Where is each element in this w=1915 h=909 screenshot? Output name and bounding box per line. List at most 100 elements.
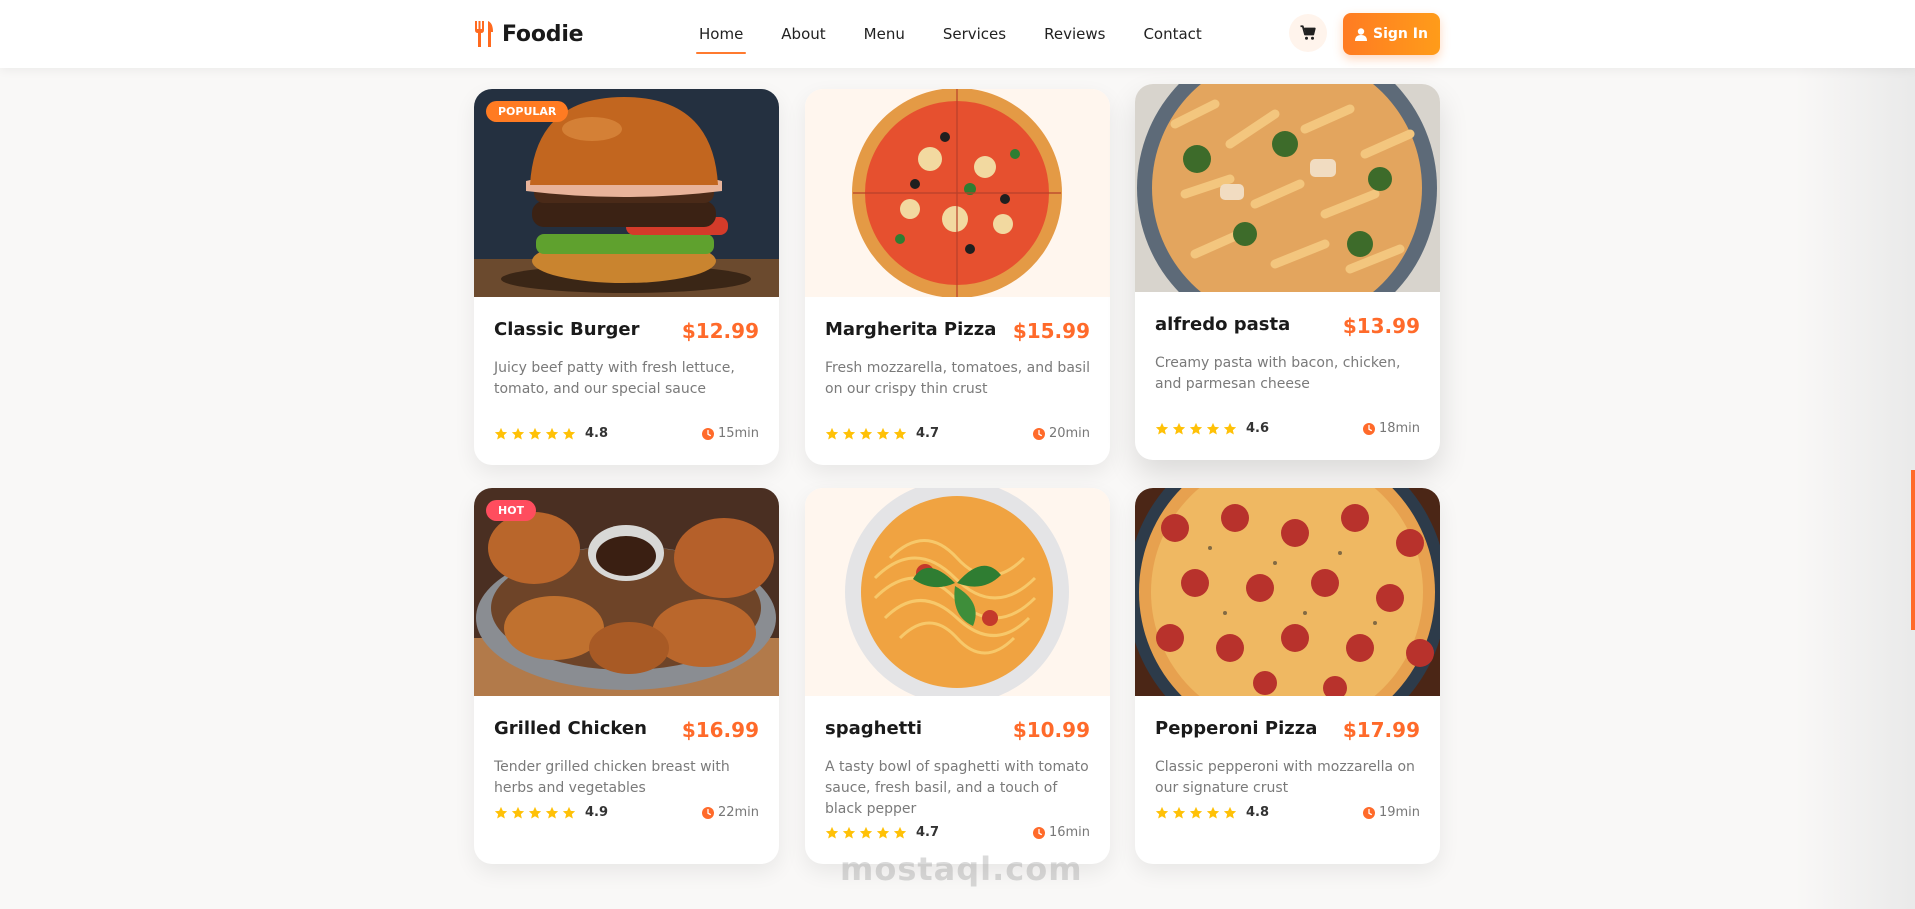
brand-name: Foodie xyxy=(502,21,584,47)
star-icon xyxy=(545,427,559,440)
star-icon xyxy=(1172,422,1186,435)
nav-reviews[interactable]: Reviews xyxy=(1025,0,1124,68)
menu-card-margherita[interactable]: Margherita Pizza $15.99 Fresh mozzarella… xyxy=(805,89,1110,465)
menu-card-alfredo[interactable]: alfredo pasta $13.99 Creamy pasta with b… xyxy=(1135,84,1440,460)
nav-contact[interactable]: Contact xyxy=(1124,0,1220,68)
card-price: $10.99 xyxy=(1012,718,1090,742)
cart-button[interactable] xyxy=(1289,14,1327,52)
star-icon xyxy=(825,826,839,839)
star-icon xyxy=(1189,806,1203,819)
card-description: Juicy beef patty with fresh lettuce, tom… xyxy=(494,360,735,397)
margherita-image xyxy=(805,89,1110,297)
star-icon xyxy=(511,427,525,440)
hot-badge: HOT xyxy=(486,500,537,521)
rating-value: 4.6 xyxy=(1246,421,1270,436)
alfredo-image xyxy=(1135,84,1440,292)
card-body: Pepperoni Pizza $17.99 Classic pepperoni… xyxy=(1135,696,1440,864)
clock-icon xyxy=(701,806,714,819)
utensils-icon xyxy=(475,21,493,47)
star-icon xyxy=(1223,806,1237,819)
card-description: Classic pepperoni with mozzarella on our… xyxy=(1155,759,1415,796)
star-icon xyxy=(825,427,839,440)
menu-card-grilled-chicken[interactable]: HOT Grilled Chicken $16.99 Tender grille… xyxy=(474,488,779,864)
star-icon xyxy=(562,806,576,819)
card-price: $12.99 xyxy=(681,319,759,343)
card-description: Fresh mozzarella, tomatoes, and basil on… xyxy=(825,360,1090,397)
star-icon xyxy=(859,427,873,440)
prep-time: 15min xyxy=(701,426,759,441)
star-rating xyxy=(1155,422,1237,436)
sign-in-button[interactable]: Sign In xyxy=(1343,13,1440,55)
rating-value: 4.9 xyxy=(585,805,609,820)
watermark-text: mostaql.com xyxy=(840,850,1083,888)
star-rating xyxy=(1155,806,1237,820)
rating-value: 4.8 xyxy=(585,426,609,441)
card-meta: 4.8 15min xyxy=(494,426,759,441)
nav-services[interactable]: Services xyxy=(924,0,1025,68)
clock-icon xyxy=(1362,806,1375,819)
watermark-logo: mostaql.com xyxy=(840,790,1083,890)
nav-menu[interactable]: Menu xyxy=(845,0,924,68)
star-icon xyxy=(1223,422,1237,435)
card-body: alfredo pasta $13.99 Creamy pasta with b… xyxy=(1135,292,1440,460)
card-price: $15.99 xyxy=(1012,319,1090,343)
star-icon xyxy=(893,427,907,440)
card-price: $17.99 xyxy=(1342,718,1420,742)
star-icon xyxy=(1155,422,1169,435)
prep-time-value: 18min xyxy=(1378,421,1420,436)
card-body: Classic Burger $12.99 Juicy beef patty w… xyxy=(474,297,779,465)
main-nav: Home About Menu Services Reviews Contact xyxy=(680,0,1221,68)
card-description: Tender grilled chicken breast with herbs… xyxy=(494,759,730,796)
spaghetti-image xyxy=(805,488,1110,696)
star-icon xyxy=(1155,806,1169,819)
prep-time-value: 22min xyxy=(717,805,759,820)
card-meta: 4.7 20min xyxy=(825,426,1090,441)
star-icon xyxy=(562,427,576,440)
card-body: Grilled Chicken $16.99 Tender grilled ch… xyxy=(474,696,779,864)
brand-logo[interactable]: Foodie xyxy=(472,18,584,50)
star-icon xyxy=(528,806,542,819)
card-meta: 4.6 18min xyxy=(1155,421,1420,436)
card-description: Creamy pasta with bacon, chicken, and pa… xyxy=(1155,355,1401,392)
clock-icon xyxy=(701,427,714,440)
star-rating xyxy=(494,806,576,820)
star-icon xyxy=(494,806,508,819)
page-edge-shade xyxy=(1795,0,1915,909)
prep-time: 22min xyxy=(701,805,759,820)
card-meta: 4.9 22min xyxy=(494,805,759,820)
star-rating xyxy=(825,427,907,441)
prep-time: 18min xyxy=(1362,421,1420,436)
prep-time: 20min xyxy=(1032,426,1090,441)
pepperoni-image xyxy=(1135,488,1440,696)
star-icon xyxy=(545,806,559,819)
sign-in-label: Sign In xyxy=(1373,26,1428,42)
burger-image: POPULAR xyxy=(474,89,779,297)
prep-time-value: 19min xyxy=(1378,805,1420,820)
menu-card-pepperoni[interactable]: Pepperoni Pizza $17.99 Classic pepperoni… xyxy=(1135,488,1440,864)
prep-time-value: 20min xyxy=(1048,426,1090,441)
star-icon xyxy=(528,427,542,440)
menu-card-burger[interactable]: POPULAR Classic Burger $12.99 Juicy beef… xyxy=(474,89,779,465)
star-icon xyxy=(1206,806,1220,819)
star-icon xyxy=(511,806,525,819)
card-body: Margherita Pizza $15.99 Fresh mozzarella… xyxy=(805,297,1110,465)
clock-icon xyxy=(1032,427,1045,440)
card-price: $16.99 xyxy=(681,718,759,742)
rating-value: 4.8 xyxy=(1246,805,1270,820)
prep-time: 19min xyxy=(1362,805,1420,820)
cart-icon xyxy=(1300,25,1316,40)
star-icon xyxy=(876,427,890,440)
star-icon xyxy=(1206,422,1220,435)
star-icon xyxy=(842,427,856,440)
nav-home[interactable]: Home xyxy=(680,0,762,68)
star-icon xyxy=(1189,422,1203,435)
top-navbar: Foodie Home About Menu Services Reviews … xyxy=(0,0,1915,68)
nav-about[interactable]: About xyxy=(762,0,844,68)
popular-badge: POPULAR xyxy=(486,101,569,122)
card-price: $13.99 xyxy=(1342,314,1420,338)
user-icon xyxy=(1355,27,1368,41)
card-meta: 4.8 19min xyxy=(1155,805,1420,820)
star-icon xyxy=(494,427,508,440)
star-icon xyxy=(1172,806,1186,819)
prep-time-value: 15min xyxy=(717,426,759,441)
